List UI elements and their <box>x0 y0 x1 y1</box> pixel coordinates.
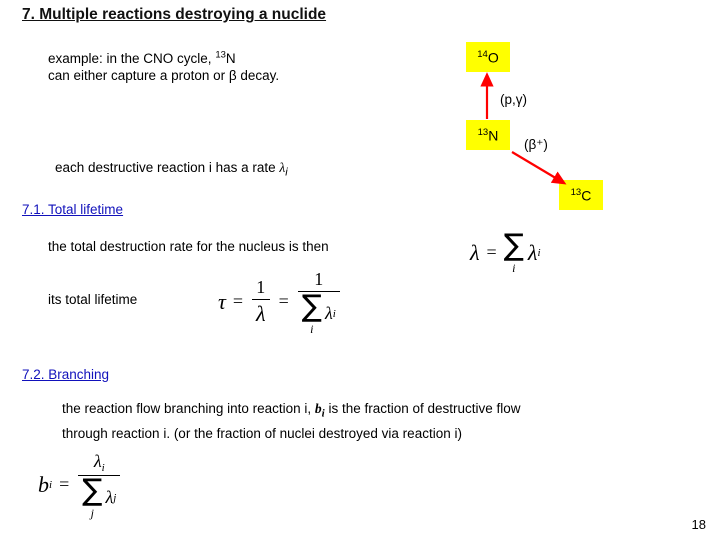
branching-b-symbol: b <box>314 401 322 416</box>
eq-lambda-sum: ∑ i <box>503 228 524 275</box>
label-beta-plus: (β⁺) <box>524 137 548 152</box>
o14-mass-number: 14 <box>477 49 488 60</box>
eq-tau-lhs: τ <box>218 288 226 314</box>
total-destruction-text: the total destruction rate for the nucle… <box>48 239 329 254</box>
branching-description: the reaction flow branching into reactio… <box>62 399 702 444</box>
lambda-subscript: i <box>285 166 288 179</box>
arrow-n13-to-c13 <box>511 151 567 185</box>
nuclide-box-o14: 14O <box>466 42 510 72</box>
eq-tau-equals1: = <box>232 291 244 312</box>
c13-mass-number: 13 <box>570 187 582 198</box>
eq-b-num-lambda: λ <box>93 451 102 471</box>
eq-lambda-equals: = <box>486 242 497 263</box>
eq-tau-term: λ <box>324 303 333 324</box>
eq-lambda-term: λ <box>527 239 538 265</box>
eq-b-lhs: b <box>38 471 49 497</box>
reaction-rate-prefix: each destructive reaction i has a rate <box>55 160 280 175</box>
slide: 7. Multiple reactions destroying a nucli… <box>0 0 720 540</box>
eq-lambda-sigma: ∑ <box>503 228 524 263</box>
nuclide-box-n13: 13N <box>466 120 510 150</box>
eq-lambda-lhs: λ <box>470 239 480 265</box>
nuclide-box-c13: 13C <box>559 180 603 210</box>
branching-line1-a: the reaction flow branching into reactio… <box>62 401 315 416</box>
branching-line1-d: is the fraction of destructive flow <box>324 401 521 416</box>
eq-b-index: j <box>90 505 94 520</box>
example-symbol: N <box>225 50 236 66</box>
eq-b-equals: = <box>59 474 70 495</box>
equation-total-lambda: λ = ∑ i λi <box>470 228 541 275</box>
label-proton-gamma: (p,γ) <box>500 92 527 107</box>
branching-line2: through reaction i. (or the fraction of … <box>62 425 462 441</box>
eq-lambda-term-sub: i <box>537 246 541 259</box>
eq-b-sum: ∑ j <box>82 473 103 520</box>
eq-tau-term-sub: i <box>332 307 336 320</box>
example-text: example: in the CNO cycle, 13N can eithe… <box>48 46 279 84</box>
o14-symbol: O <box>487 49 499 66</box>
section-heading-branching[interactable]: 7.2. Branching <box>22 367 109 382</box>
example-line1: example: in the CNO cycle, 13N <box>48 49 236 66</box>
eq-tau-index: i <box>310 321 314 336</box>
eq-b-den-sub: j <box>113 491 117 504</box>
eq-b-frac: λi ∑ j λj <box>78 450 121 520</box>
example-mass-number: 13 <box>215 49 226 60</box>
example-prefix: example: in the CNO cycle, <box>48 50 216 66</box>
eq-tau-equals2: = <box>278 291 289 312</box>
n13-mass-number: 13 <box>477 127 489 138</box>
section-heading-total-lifetime[interactable]: 7.1. Total lifetime <box>22 202 123 217</box>
eq-b-lhs-sub: i <box>49 478 53 491</box>
its-total-lifetime-text: its total lifetime <box>48 292 138 307</box>
eq-tau-sum: ∑ i <box>301 289 322 336</box>
page-title: 7. Multiple reactions destroying a nucli… <box>22 6 327 23</box>
eq-tau-den2: ∑ i λi <box>298 292 340 336</box>
eq-b-den: ∑ j λj <box>78 476 120 520</box>
n13-symbol: N <box>488 127 499 144</box>
eq-tau-num1: 1 <box>256 276 266 297</box>
eq-tau-sigma: ∑ <box>301 289 322 324</box>
reaction-rate-line: each destructive reaction i has a rate λ… <box>55 159 288 182</box>
eq-b-sigma: ∑ <box>82 473 103 509</box>
eq-tau-frac1: 1 λ <box>252 276 270 328</box>
eq-lambda-index: i <box>512 260 516 275</box>
c13-symbol: C <box>581 187 592 204</box>
eq-b-num-sub: i <box>101 462 105 475</box>
eq-tau-num2: 1 <box>314 269 324 289</box>
equation-total-lifetime: τ = 1 λ = 1 ∑ i λi <box>218 268 342 336</box>
eq-tau-frac2: 1 ∑ i λi <box>297 268 340 336</box>
eq-tau-den1: λ <box>256 300 266 326</box>
eq-b-num: λi <box>90 450 109 475</box>
equation-branching-ratio: bi = λi ∑ j λj <box>38 450 122 520</box>
example-line2: can either capture a proton or β decay. <box>48 67 280 83</box>
page-number: 18 <box>691 517 706 532</box>
